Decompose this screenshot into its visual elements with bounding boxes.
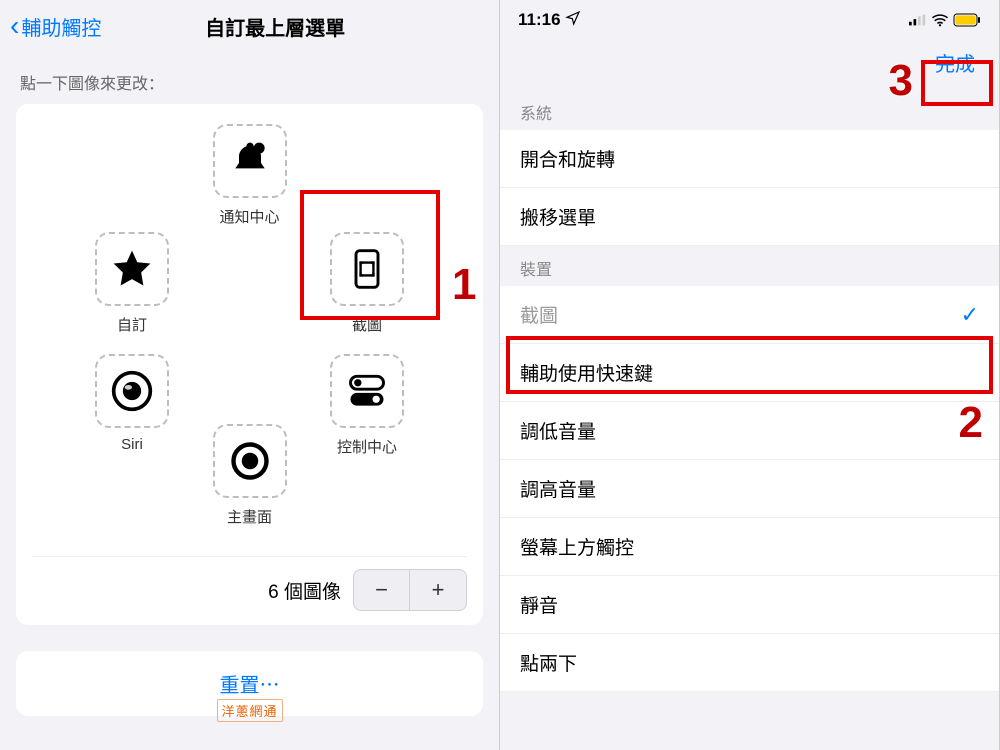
cellular-icon [909,14,927,26]
done-button[interactable]: 完成 [927,44,983,81]
list-system: 開合和旋轉 搬移選單 [500,130,999,246]
chevron-left-icon: ‹ [10,12,19,40]
list-item[interactable]: 靜音 [500,576,999,634]
icon-count-label: 6 個圖像 [268,577,341,604]
bell-icon [213,124,287,198]
icon-grid-card: 通知中心 自訂 截圖 Siri [16,104,483,625]
status-time: 11:16 [518,10,561,30]
toggles-icon [330,354,404,428]
home-circle-icon [213,424,287,498]
slot-label: 截圖 [307,314,427,335]
siri-icon [95,354,169,428]
plus-button[interactable]: + [410,570,466,610]
slot-label: 通知中心 [190,206,310,227]
section-header-device: 裝置 [500,246,999,286]
slot-custom[interactable]: 自訂 [72,232,192,335]
checkmark-icon: ✓ [961,302,979,328]
nav-bar: ‹ 輔助觸控 自訂最上層選單 [0,0,499,52]
icon-count-row: 6 個圖像 − + [32,556,467,611]
icon-count-stepper[interactable]: − + [353,569,467,611]
list-item[interactable]: 輔助使用快速鍵 [500,344,999,402]
reset-label: 重置⋯ [220,675,280,697]
left-panel: ‹ 輔助觸控 自訂最上層選單 點一下圖像來更改： 通知中心 自訂 [0,0,500,750]
list-item-selected[interactable]: 截圖 ✓ [500,286,999,344]
section-header-system: 系統 [500,90,999,130]
minus-button[interactable]: − [354,570,410,610]
wifi-icon [931,13,949,27]
battery-icon [953,13,981,27]
slot-label: Siri [72,436,192,453]
radial-layout: 通知中心 自訂 截圖 Siri [32,124,467,544]
slot-notification-center[interactable]: 通知中心 [190,124,310,227]
list-item[interactable]: 搬移選單 [500,188,999,246]
slot-label: 主畫面 [190,506,310,527]
slot-siri[interactable]: Siri [72,354,192,453]
slot-control-center[interactable]: 控制中心 [307,354,427,457]
instruction-text: 點一下圖像來更改： [0,52,499,104]
list-item[interactable]: 調高音量 [500,460,999,518]
slot-label: 控制中心 [307,436,427,457]
slot-label: 自訂 [72,314,192,335]
list-device: 截圖 ✓ 輔助使用快速鍵 調低音量 調高音量 螢幕上方觸控 靜音 點兩下 [500,286,999,692]
watermark: 洋蔥網通 [216,699,282,722]
page-title: 自訂最上層選單 [61,12,489,41]
list-item[interactable]: 螢幕上方觸控 [500,518,999,576]
list-item[interactable]: 調低音量 [500,402,999,460]
status-bar: 11:16 [500,0,999,34]
star-icon [95,232,169,306]
list-item[interactable]: 開合和旋轉 [500,130,999,188]
screenshot-icon [330,232,404,306]
slot-screenshot[interactable]: 截圖 [307,232,427,335]
slot-home[interactable]: 主畫面 [190,424,310,527]
right-panel: 11:16 完成 系統 開合和旋轉 搬移選單 裝置 截圖 ✓ 輔助使用快速鍵 調… [500,0,1000,750]
list-item[interactable]: 點兩下 [500,634,999,692]
location-arrow-icon [565,10,581,31]
done-row: 完成 [500,34,999,90]
